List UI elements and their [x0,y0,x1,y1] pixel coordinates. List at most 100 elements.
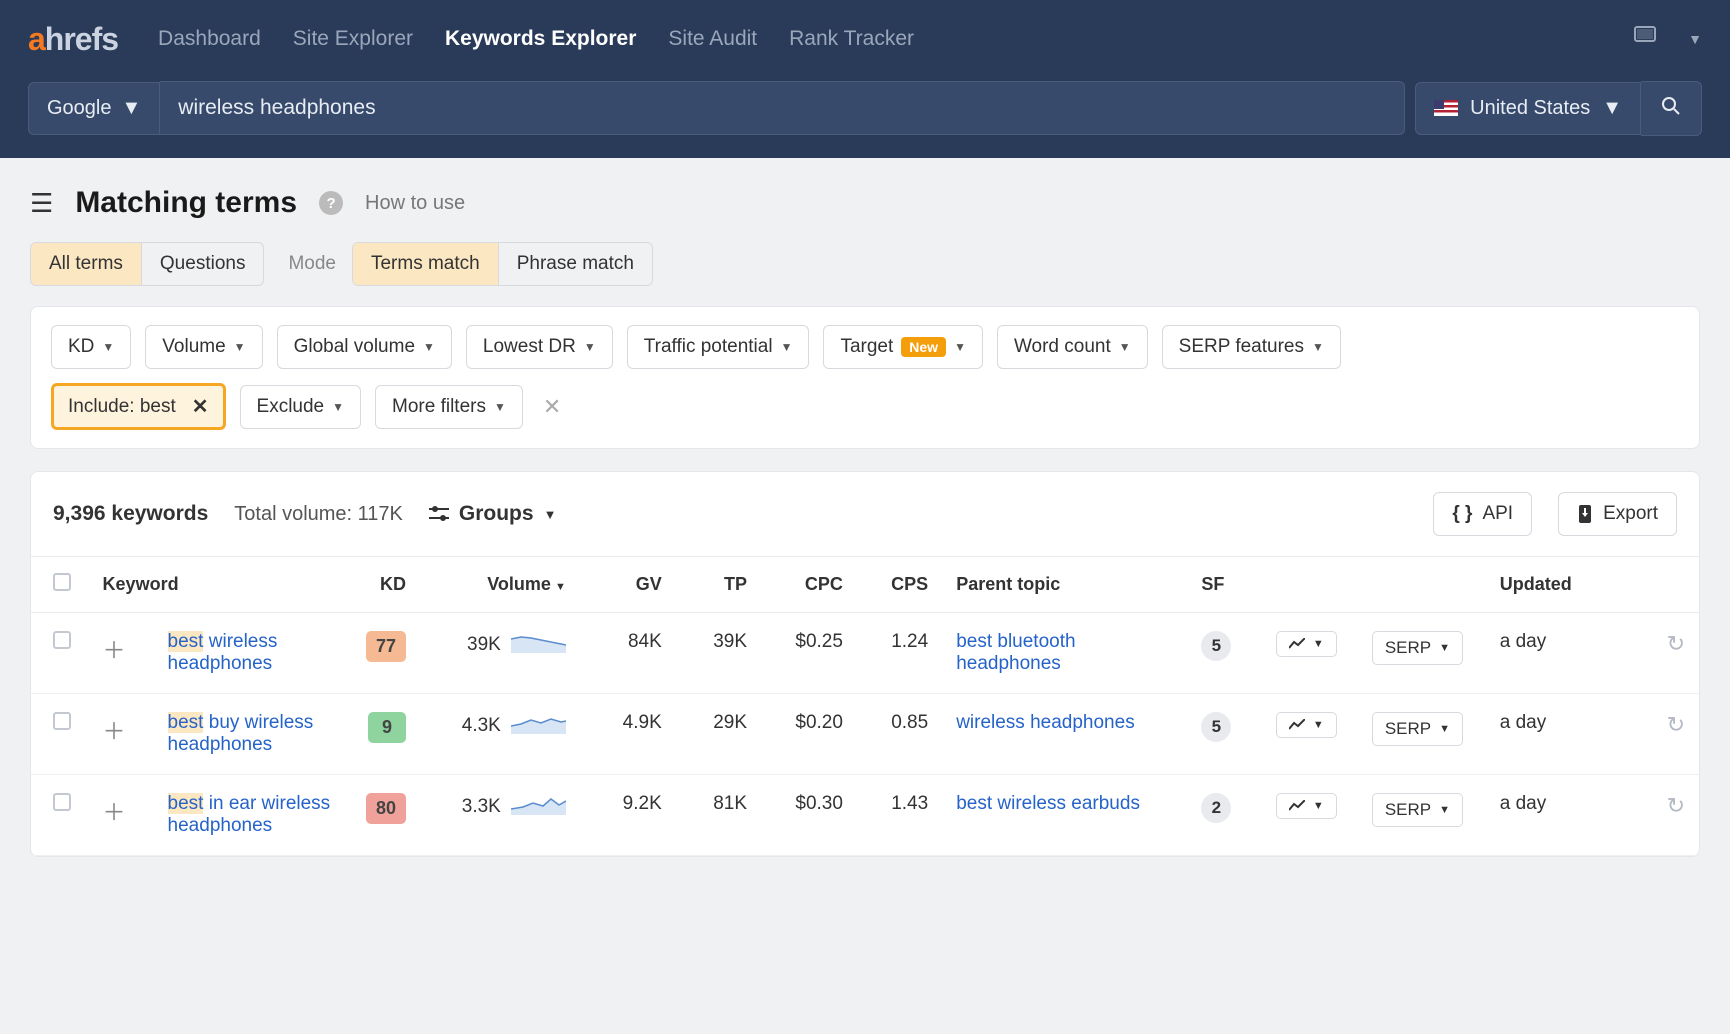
country-dropdown[interactable]: United States ▼ [1415,82,1641,135]
logo-a: a [28,21,45,57]
mode-label: Mode [288,253,336,275]
tp-value: 39K [676,613,761,694]
groups-button[interactable]: Groups ▼ [429,502,557,526]
col-parent[interactable]: Parent topic [942,557,1187,613]
table-row: ＋best in ear wireless headphones803.3K9.… [31,775,1699,856]
filter-traffic-potential[interactable]: Traffic potential▼ [627,325,810,369]
col-gv[interactable]: GV [580,557,676,613]
select-all-checkbox[interactable] [53,573,71,591]
download-icon [1577,505,1593,523]
tab-phrase-match[interactable]: Phrase match [499,243,652,285]
serp-button[interactable]: SERP▼ [1372,712,1463,746]
col-updated[interactable]: Updated [1486,557,1646,613]
nav-rank-tracker[interactable]: Rank Tracker [789,27,914,51]
nav-dashboard[interactable]: Dashboard [158,27,261,51]
nav-site-audit[interactable]: Site Audit [668,27,757,51]
gv-value: 9.2K [580,775,676,856]
col-cps[interactable]: CPS [857,557,942,613]
filter-volume[interactable]: Volume▼ [145,325,262,369]
trend-button[interactable]: ▼ [1276,631,1337,657]
tab-group-terms: All terms Questions [30,242,264,286]
sf-badge[interactable]: 5 [1201,712,1231,742]
row-checkbox[interactable] [53,712,71,730]
parent-topic-link[interactable]: best wireless earbuds [956,793,1140,814]
serp-button[interactable]: SERP▼ [1372,631,1463,665]
col-keyword[interactable]: Keyword [89,557,346,613]
expand-icon[interactable]: ＋ [103,637,126,663]
sparkline [511,712,566,740]
search-button[interactable] [1641,81,1702,136]
help-text[interactable]: How to use [365,192,465,215]
api-button[interactable]: { } API [1433,492,1532,536]
account-menu-caret[interactable]: ▼ [1688,31,1702,47]
col-kd[interactable]: KD [345,557,420,613]
filter-serp-features[interactable]: SERP features▼ [1162,325,1341,369]
keywords-table: Keyword KD Volume▼ GV TP CPC CPS Parent … [31,557,1699,856]
keyword-count: 9,396 keywords [53,502,208,526]
new-badge: New [901,337,946,357]
caret-down-icon: ▼ [584,340,596,354]
help-icon[interactable]: ? [319,191,343,215]
expand-icon[interactable]: ＋ [103,718,126,744]
filter-lowest-dr[interactable]: Lowest DR▼ [466,325,613,369]
trend-button[interactable]: ▼ [1276,793,1337,819]
cpc-value: $0.20 [761,694,857,775]
gv-value: 4.9K [580,694,676,775]
nav-site-explorer[interactable]: Site Explorer [293,27,413,51]
col-sf[interactable]: SF [1187,557,1262,613]
filter-target[interactable]: TargetNew▼ [823,325,983,369]
parent-topic-link[interactable]: best bluetooth headphones [956,631,1075,674]
export-button[interactable]: Export [1558,492,1677,536]
refresh-icon[interactable]: ↻ [1667,631,1685,657]
filter-more[interactable]: More filters▼ [375,385,523,429]
sf-badge[interactable]: 5 [1201,631,1231,661]
trend-button[interactable]: ▼ [1276,712,1337,738]
filter-include-active[interactable]: Include: best ✕ [51,383,226,430]
updated-value: a day [1486,775,1646,856]
monitor-icon[interactable] [1634,26,1656,52]
caret-down-icon: ▼ [1439,642,1450,654]
row-checkbox[interactable] [53,631,71,649]
tab-questions[interactable]: Questions [142,243,264,285]
nav-keywords-explorer[interactable]: Keywords Explorer [445,27,636,51]
tab-terms-match[interactable]: Terms match [353,243,499,285]
close-icon[interactable]: ✕ [192,394,209,419]
results-panel: 9,396 keywords Total volume: 117K Groups… [30,471,1700,857]
refresh-icon[interactable]: ↻ [1667,793,1685,819]
keyword-highlight: best [168,793,204,814]
serp-button[interactable]: SERP▼ [1372,793,1463,827]
filter-word-count[interactable]: Word count▼ [997,325,1148,369]
search-engine-dropdown[interactable]: Google ▼ [28,82,160,135]
hamburger-menu-icon[interactable]: ☰ [30,188,53,219]
keyword-link[interactable]: best wireless headphones [168,631,278,674]
keyword-link[interactable]: best buy wireless headphones [168,712,314,755]
keyword-search-input[interactable] [160,81,1405,135]
country-label: United States [1470,97,1590,120]
filter-exclude[interactable]: Exclude▼ [240,385,362,429]
caret-down-icon: ▼ [1313,800,1324,812]
gv-value: 84K [580,613,676,694]
caret-down-icon: ▼ [781,340,793,354]
filter-global-volume[interactable]: Global volume▼ [277,325,452,369]
expand-icon[interactable]: ＋ [103,799,126,825]
cps-value: 0.85 [857,694,942,775]
refresh-icon[interactable]: ↻ [1667,712,1685,738]
col-tp[interactable]: TP [676,557,761,613]
col-volume[interactable]: Volume▼ [420,557,580,613]
col-cpc[interactable]: CPC [761,557,857,613]
us-flag-icon [1434,100,1458,116]
search-engine-label: Google [47,97,112,120]
trend-icon [1289,800,1305,812]
keyword-link[interactable]: best in ear wireless headphones [168,793,331,836]
filter-kd[interactable]: KD▼ [51,325,131,369]
filter-include-label: Include: best [68,396,176,418]
caret-down-icon: ▼ [423,340,435,354]
row-checkbox[interactable] [53,793,71,811]
sparkline [511,793,566,821]
sf-badge[interactable]: 2 [1201,793,1231,823]
clear-filters-icon[interactable]: ✕ [543,394,561,420]
logo[interactable]: ahrefs [28,21,118,58]
cpc-value: $0.30 [761,775,857,856]
parent-topic-link[interactable]: wireless headphones [956,712,1135,733]
tab-all-terms[interactable]: All terms [31,243,142,285]
